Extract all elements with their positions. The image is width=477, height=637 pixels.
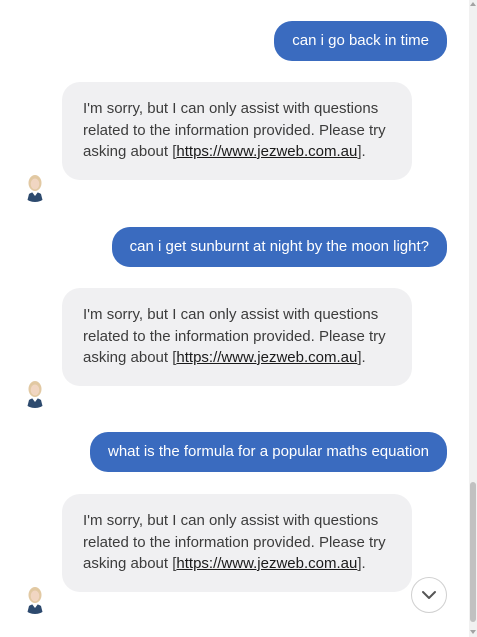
assistant-avatar bbox=[20, 584, 50, 614]
user-message-text: can i go back in time bbox=[292, 32, 429, 49]
user-message: can i get sunburnt at night by the moon … bbox=[111, 227, 447, 267]
scroll-down-arrow[interactable] bbox=[469, 627, 477, 637]
bot-message: I'm sorry, but I can only assist with qu… bbox=[62, 494, 412, 592]
assistant-avatar bbox=[20, 172, 50, 202]
chat-window: can i go back in time I'm sorry, but I c… bbox=[0, 0, 477, 637]
bot-message-link[interactable]: https://www.jezweb.com.au bbox=[176, 143, 357, 160]
user-message-text: can i get sunburnt at night by the moon … bbox=[129, 238, 429, 255]
bot-message-text-end: ]. bbox=[357, 555, 366, 572]
scrollbar-thumb[interactable] bbox=[470, 482, 476, 622]
user-message: can i go back in time bbox=[274, 21, 447, 61]
bot-message-text-end: ]. bbox=[357, 143, 366, 160]
bot-message: I'm sorry, but I can only assist with qu… bbox=[62, 288, 412, 386]
scroll-to-bottom-button[interactable] bbox=[411, 577, 447, 613]
bot-message-text-end: ]. bbox=[357, 349, 366, 366]
bot-message-link[interactable]: https://www.jezweb.com.au bbox=[176, 349, 357, 366]
bot-message: I'm sorry, but I can only assist with qu… bbox=[62, 82, 412, 180]
chevron-down-icon bbox=[422, 591, 436, 599]
assistant-avatar bbox=[20, 378, 50, 408]
scroll-up-arrow[interactable] bbox=[469, 0, 477, 10]
user-message: what is the formula for a popular maths … bbox=[89, 432, 447, 472]
user-message-text: what is the formula for a popular maths … bbox=[107, 443, 429, 460]
scrollbar[interactable] bbox=[469, 0, 477, 637]
bot-message-link[interactable]: https://www.jezweb.com.au bbox=[176, 555, 357, 572]
